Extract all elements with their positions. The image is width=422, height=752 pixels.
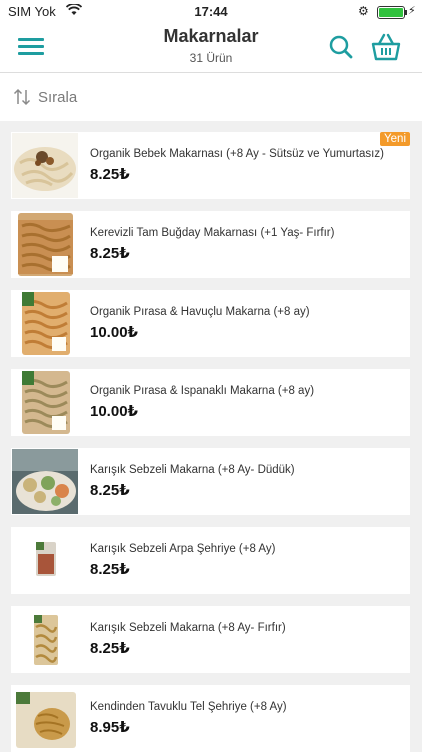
product-card[interactable]: Kerevizli Tam Buğday Makarnası (+1 Yaş- … bbox=[11, 211, 410, 278]
product-image bbox=[12, 291, 78, 356]
product-price: 10.00₺ bbox=[90, 324, 138, 341]
battery-icon bbox=[377, 6, 407, 19]
product-price: 8.25₺ bbox=[90, 166, 130, 183]
product-count: 31 Ürün bbox=[189, 51, 233, 65]
product-image bbox=[12, 607, 78, 672]
product-name: Karışık Sebzeli Makarna (+8 Ay- Fırfır) bbox=[90, 622, 286, 634]
product-name: Organik Pırasa & Ispanaklı Makarna (+8 a… bbox=[90, 385, 315, 397]
charging-icon: ⚡ bbox=[408, 5, 416, 17]
orientation-lock-icon: ⚙ bbox=[358, 4, 369, 18]
product-name: Kendinden Tavuklu Tel Şehriye (+8 Ay) bbox=[90, 701, 287, 713]
new-badge: Yeni bbox=[380, 132, 410, 146]
sort-bar: Sırala bbox=[0, 73, 422, 121]
product-image bbox=[12, 133, 78, 198]
product-price: 8.25₺ bbox=[90, 561, 130, 578]
product-name: Organik Bebek Makarnası (+8 Ay - Sütsüz … bbox=[90, 148, 384, 160]
product-image bbox=[12, 449, 78, 514]
search-icon[interactable] bbox=[328, 34, 354, 65]
sort-icon bbox=[13, 88, 31, 106]
product-image bbox=[12, 528, 78, 593]
product-card[interactable]: Organik Pırasa & Havuçlu Makarna (+8 ay)… bbox=[11, 290, 410, 357]
product-image bbox=[12, 212, 78, 277]
product-card[interactable]: Karışık Sebzeli Arpa Şehriye (+8 Ay) 8.2… bbox=[11, 527, 410, 594]
page-title: Makarnalar bbox=[163, 26, 259, 46]
product-name: Karışık Sebzeli Arpa Şehriye (+8 Ay) bbox=[90, 543, 276, 555]
product-image bbox=[12, 370, 78, 435]
product-card[interactable]: Organik Bebek Makarnası (+8 Ay - Sütsüz … bbox=[11, 132, 410, 199]
product-price: 8.25₺ bbox=[90, 482, 130, 499]
product-price: 8.25₺ bbox=[90, 640, 130, 657]
product-image bbox=[12, 686, 78, 751]
product-price: 8.95₺ bbox=[90, 719, 130, 736]
status-bar: SIM Yok 17:44 ⚙ ⚡ bbox=[0, 0, 422, 24]
product-name: Organik Pırasa & Havuçlu Makarna (+8 ay) bbox=[90, 306, 310, 318]
sort-button[interactable]: Sırala bbox=[12, 85, 77, 109]
sort-label: Sırala bbox=[38, 88, 78, 106]
product-card[interactable]: Organik Pırasa & Ispanaklı Makarna (+8 a… bbox=[11, 369, 410, 436]
cart-icon[interactable] bbox=[370, 32, 402, 67]
product-price: 10.00₺ bbox=[90, 403, 138, 420]
navigation-bar: Makarnalar 31 Ürün bbox=[0, 24, 422, 73]
product-price: 8.25₺ bbox=[90, 245, 130, 262]
product-card[interactable]: Karışık Sebzeli Makarna (+8 Ay- Fırfır) … bbox=[11, 606, 410, 673]
product-card[interactable]: Kendinden Tavuklu Tel Şehriye (+8 Ay) 8.… bbox=[11, 685, 410, 752]
product-name: Kerevizli Tam Buğday Makarnası (+1 Yaş- … bbox=[90, 227, 335, 239]
product-card[interactable]: Karışık Sebzeli Makarna (+8 Ay- Düdük) 8… bbox=[11, 448, 410, 515]
product-name: Karışık Sebzeli Makarna (+8 Ay- Düdük) bbox=[90, 464, 295, 476]
